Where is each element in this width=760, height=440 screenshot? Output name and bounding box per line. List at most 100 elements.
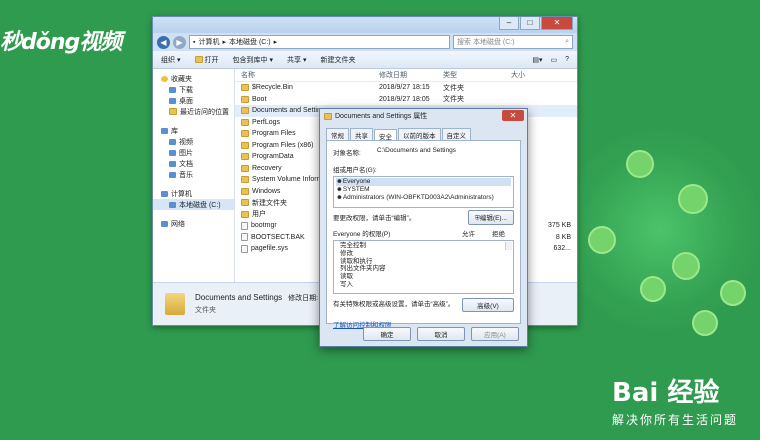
folder-icon — [241, 141, 249, 149]
user-list-item[interactable]: ☻Administrators (WIN-OBFKTD003A2\Adminis… — [336, 194, 511, 202]
advanced-button[interactable]: 高级(V) — [462, 298, 514, 312]
folder-icon — [194, 56, 203, 63]
help-icon[interactable]: ? — [565, 56, 569, 64]
new-folder-button[interactable]: 新建文件夹 — [321, 55, 356, 65]
include-in-library-menu[interactable]: 包含到库中 ▾ — [233, 55, 274, 65]
column-header-size[interactable]: 大小 — [511, 70, 571, 80]
dialog-close-button[interactable]: ✕ — [502, 110, 524, 121]
user-icon: ☻ — [336, 186, 343, 193]
minimize-button[interactable]: – — [499, 17, 519, 30]
object-name-value: C:\Documents and Settings — [376, 147, 456, 154]
file-name: PerfLogs — [252, 118, 281, 126]
ok-button[interactable]: 确定 — [363, 327, 411, 341]
file-date: 2018/9/27 18:15 — [379, 84, 430, 92]
nav-desktop[interactable]: 桌面 — [153, 95, 234, 106]
breadcrumb-local-disk[interactable]: 本地磁盘 (C:) — [229, 37, 271, 47]
include-label: 包含到库中 — [232, 56, 268, 64]
folder-icon — [165, 293, 185, 315]
nav-libraries[interactable]: 库 — [153, 125, 234, 136]
folder-icon — [241, 153, 249, 161]
column-header-date[interactable]: 修改日期 — [379, 70, 443, 80]
nav-pictures[interactable]: 图片 — [153, 147, 234, 158]
maximize-button[interactable]: □ — [520, 17, 540, 30]
decoration-circle — [588, 226, 616, 254]
user-list-item[interactable]: ☻SYSTEM — [336, 186, 511, 194]
folder-icon — [241, 176, 249, 184]
file-name: Documents and Settings — [252, 107, 329, 115]
group-users-label: 组或用户名(G): — [333, 167, 377, 174]
permission-item: 列出文件夹内容 — [340, 265, 386, 273]
cancel-button[interactable]: 取消 — [417, 327, 465, 341]
star-icon — [161, 75, 168, 82]
edit-button[interactable]: ⛨编辑(E)... — [468, 209, 514, 225]
permission-item: 修改 — [340, 249, 353, 257]
folder-icon — [241, 107, 249, 115]
nav-music[interactable]: 音乐 — [153, 169, 234, 180]
file-row[interactable]: Boot 2018/9/27 18:05 文件夹 — [235, 94, 577, 106]
file-icon — [241, 244, 248, 253]
nav-label: 文档 — [179, 160, 193, 168]
brand-name: Bai 经验 — [612, 378, 720, 408]
new-folder-label: 新建文件夹 — [320, 56, 356, 64]
folder-icon — [241, 130, 249, 138]
search-input[interactable]: 搜索 本地磁盘 (C:) ⌕ — [453, 35, 573, 49]
file-name: Boot — [252, 95, 267, 103]
nav-label: 收藏夹 — [171, 75, 192, 83]
share-menu[interactable]: 共享 ▾ — [287, 55, 307, 65]
preview-pane-icon[interactable]: ▭ — [550, 56, 557, 64]
column-header-type[interactable]: 类型 — [443, 70, 511, 80]
nav-computer[interactable]: 计算机 — [153, 188, 234, 199]
object-name-label: 对象名称: — [333, 150, 361, 157]
dialog-title-bar: Documents and Settings 属性 ✕ — [320, 109, 527, 123]
nav-label: 下载 — [179, 86, 193, 94]
file-date: 2018/9/27 18:05 — [379, 95, 430, 103]
folder-icon — [241, 95, 249, 103]
watermark-logo: 秒dǒng视频 — [0, 30, 122, 55]
organize-menu[interactable]: 组织 ▾ — [161, 55, 181, 65]
nav-videos[interactable]: 视频 — [153, 136, 234, 147]
file-name: bootmgr — [251, 222, 277, 230]
brand-logo: Bai 经验 解决你所有生活问题 — [612, 372, 738, 428]
file-icon — [241, 233, 248, 242]
chevron-right-icon: ▸ — [222, 39, 226, 46]
nav-downloads[interactable]: 下载 — [153, 84, 234, 95]
file-row[interactable]: $Recycle.Bin 2018/9/27 18:15 文件夹 — [235, 82, 577, 94]
selected-item-name: Documents and Settings — [195, 293, 283, 302]
video-icon — [169, 138, 176, 145]
file-type: 文件夹 — [443, 84, 464, 92]
nav-recent[interactable]: 最近访问的位置 — [153, 106, 234, 117]
nav-label: 本地磁盘 (C:) — [179, 201, 221, 209]
close-button[interactable]: ✕ — [541, 17, 573, 30]
file-icon — [241, 221, 248, 230]
nav-local-disk[interactable]: 本地磁盘 (C:) — [153, 199, 234, 210]
folder-icon — [241, 118, 249, 126]
back-button[interactable]: ◀ — [157, 35, 170, 49]
address-bar[interactable]: ▪ 计算机 ▸ 本地磁盘 (C:) ▸ — [189, 35, 450, 49]
user-icon: ☻ — [336, 178, 343, 185]
nav-label: 音乐 — [179, 171, 193, 179]
decoration-circle — [640, 276, 666, 302]
dialog-buttons: 确定 取消 应用(A) — [363, 327, 519, 341]
folder-icon — [241, 210, 249, 218]
music-icon — [169, 171, 176, 178]
nav-network[interactable]: 网络 — [153, 218, 234, 229]
computer-icon — [161, 190, 168, 197]
forward-button[interactable]: ▶ — [173, 35, 186, 49]
open-button[interactable]: 打开 — [194, 55, 219, 65]
folder-icon — [241, 164, 249, 172]
nav-favorites[interactable]: 收藏夹 — [153, 73, 234, 84]
document-icon — [169, 160, 176, 167]
apply-button[interactable]: 应用(A) — [471, 327, 519, 341]
breadcrumb-computer[interactable]: 计算机 — [198, 37, 219, 47]
permissions-scrollbar[interactable] — [505, 242, 512, 250]
navigation-pane: 收藏夹 下载 桌面 最近访问的位置 库 视频 图片 文档 音乐 计算机 本地磁盘… — [153, 69, 235, 283]
user-list-item[interactable]: ☻Everyone — [336, 178, 511, 186]
share-label: 共享 — [287, 56, 302, 64]
nav-documents[interactable]: 文档 — [153, 158, 234, 169]
open-label: 打开 — [204, 56, 219, 64]
column-header-name[interactable]: 名称 — [235, 70, 379, 80]
file-name: BOOTSECT.BAK — [251, 233, 305, 241]
permissions-list: 完全控制 修改 读取和执行 列出文件夹内容 读取 写入 — [333, 240, 514, 294]
file-type: 文件夹 — [443, 96, 464, 104]
view-options-icon[interactable]: ▤▾ — [532, 56, 542, 64]
